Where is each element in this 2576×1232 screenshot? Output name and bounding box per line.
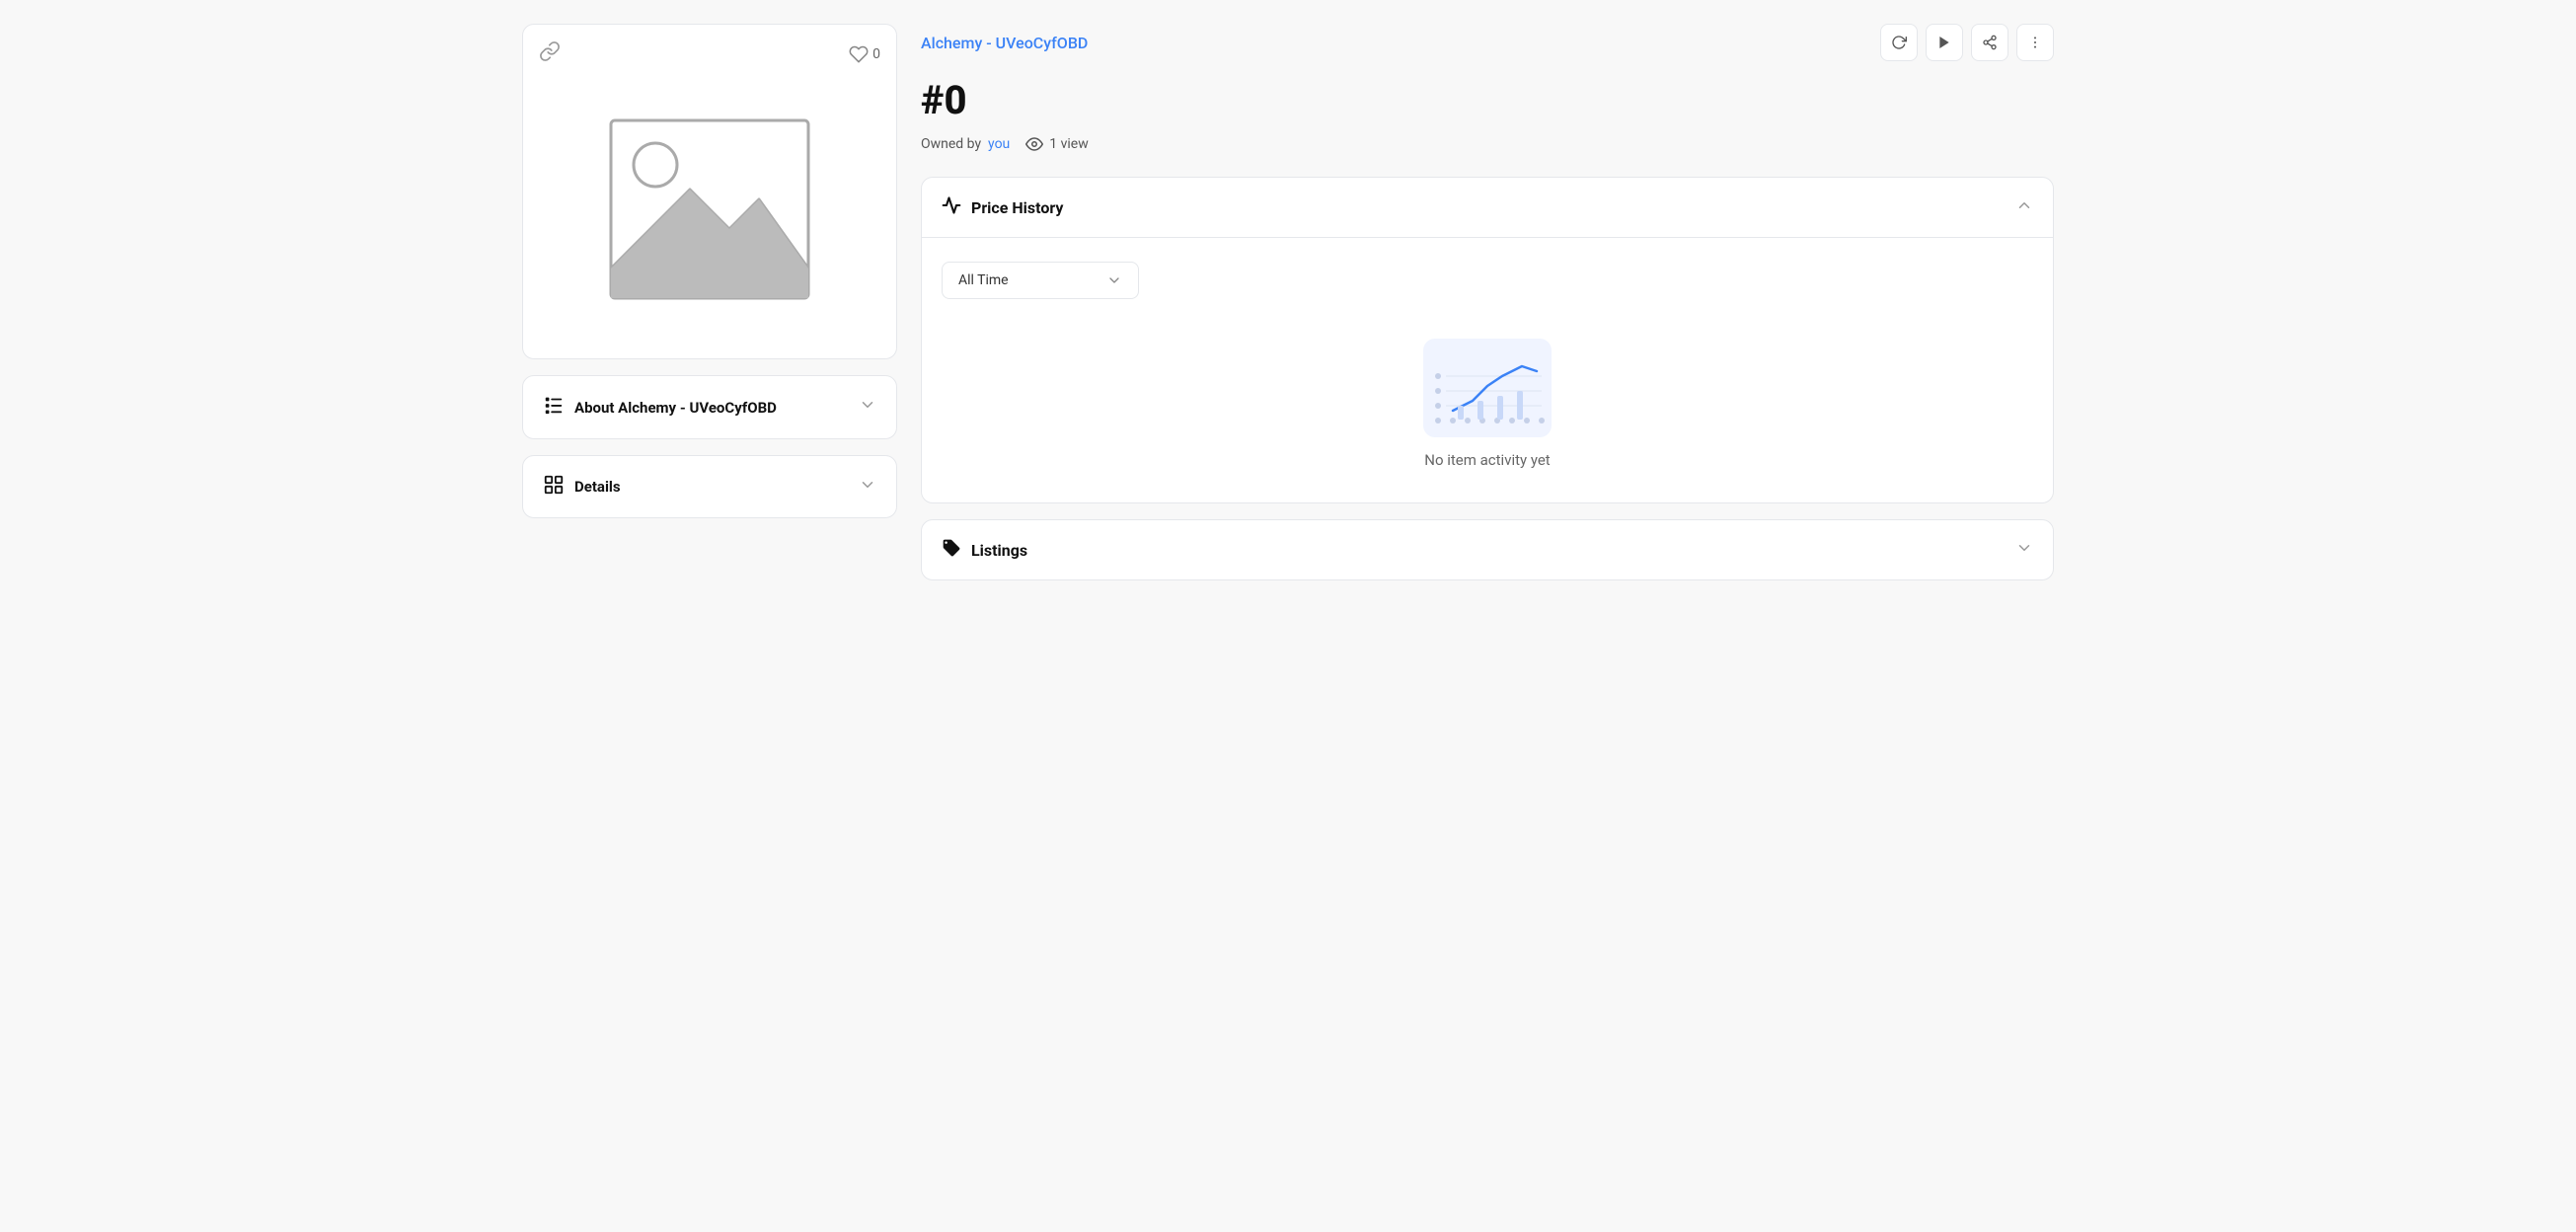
no-activity-text: No item activity yet [1424,451,1550,469]
nft-image-placeholder [601,111,818,308]
time-filter-wrapper[interactable]: All Time [942,262,2033,299]
transfer-button[interactable] [1926,24,1963,61]
header-actions [1880,24,2054,61]
time-filter-select[interactable]: All Time [942,262,1139,299]
views-row: 1 view [1025,135,1088,153]
right-column: Alchemy - UVeoCyfOBD [921,24,2054,596]
refresh-button[interactable] [1880,24,1918,61]
right-header: Alchemy - UVeoCyfOBD [921,24,2054,61]
nft-image-card: 0 [522,24,897,359]
share-button[interactable] [1971,24,2008,61]
listings-header[interactable]: Listings [922,520,2053,579]
left-column: 0 [522,24,897,596]
listings-panel: Listings [921,519,2054,580]
views-eye-icon [1025,135,1043,153]
likes-count: 0 [872,46,880,62]
about-icon [543,394,565,421]
details-chevron-icon [859,476,876,499]
about-chevron-icon [859,396,876,419]
listings-title: Listings [971,541,1027,560]
nft-token-id: #0 [921,77,2054,123]
link-icon[interactable] [539,40,561,67]
price-history-chevron-icon [2015,196,2033,218]
time-filter-chevron-icon [1106,272,1122,288]
price-history-icon [942,195,961,219]
time-filter-label: All Time [958,272,1009,288]
collection-link[interactable]: Alchemy - UVeoCyfOBD [921,34,1088,52]
no-activity-container: No item activity yet [942,319,2033,479]
more-button[interactable] [2016,24,2054,61]
details-icon [543,474,565,500]
listings-tag-icon [942,538,961,562]
likes-row[interactable]: 0 [849,44,880,64]
details-title: Details [574,478,621,496]
about-section-card[interactable]: About Alchemy - UVeoCyfOBD [522,375,897,439]
price-history-title: Price History [971,198,1063,217]
owner-views-row: Owned by you 1 view [921,135,2054,153]
price-history-header[interactable]: Price History [922,178,2053,238]
price-history-body: All Time [922,238,2053,502]
views-count: 1 view [1049,136,1088,152]
no-activity-illustration [1423,339,1552,437]
listings-chevron-icon [2015,539,2033,561]
details-section-card[interactable]: Details [522,455,897,518]
about-title: About Alchemy - UVeoCyfOBD [574,399,777,417]
owned-by-label: Owned by you [921,136,1010,152]
owner-link[interactable]: you [988,136,1010,152]
price-history-panel: Price History All Time [921,177,2054,503]
